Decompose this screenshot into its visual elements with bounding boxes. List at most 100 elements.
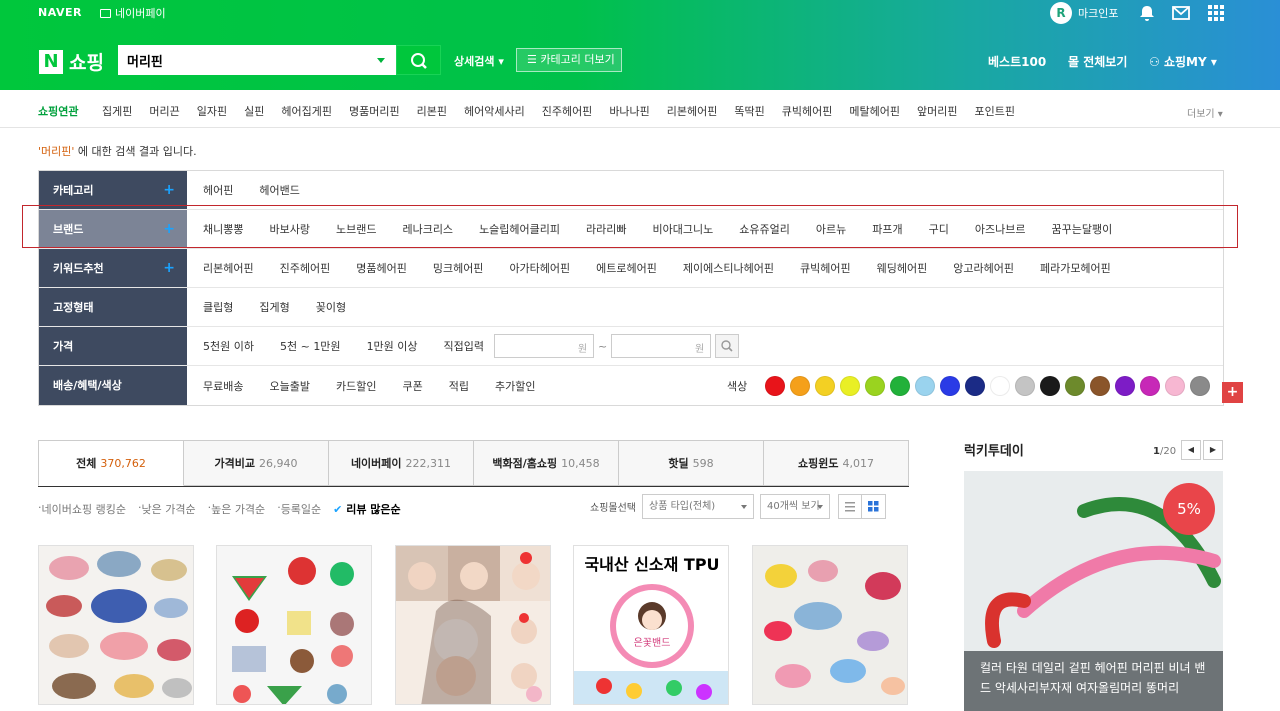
color-swatch[interactable] [1040,375,1061,396]
color-swatch[interactable] [1140,375,1161,396]
product-image-2[interactable] [216,545,372,705]
price-min-input[interactable]: 원 [494,334,595,358]
expand-plus-icon[interactable]: + [1222,382,1243,403]
filter-option[interactable]: 추가할인 [495,378,535,394]
lucky-product-image[interactable]: 5% [964,471,1223,651]
filter-option[interactable]: 리본헤어핀 [203,260,254,276]
result-tab[interactable]: 백화점/홈쇼핑 10,458 [474,440,619,486]
filter-option[interactable]: 꽂이형 [316,299,346,315]
filter-keyword-header[interactable]: 키워드추천 + [39,249,187,287]
price-option[interactable]: 5천 ~ 1만원 [280,338,341,354]
color-swatch[interactable] [940,375,961,396]
color-swatch[interactable] [915,375,936,396]
related-keyword[interactable]: 진주헤어핀 [542,103,593,119]
filter-option[interactable]: 집게형 [259,299,289,315]
filter-option[interactable]: 진주헤어핀 [280,260,331,276]
related-keyword[interactable]: 머리끈 [149,103,179,119]
price-option[interactable]: 5천원 이하 [203,338,254,354]
mail-icon[interactable] [1172,4,1190,22]
result-tab[interactable]: 네이버페이 222,311 [329,440,474,486]
shopping-logo[interactable]: N 쇼핑 [39,48,104,75]
result-tab[interactable]: 쇼핑윈도 4,017 [764,440,909,486]
naverpay-link[interactable]: 네이버페이 [100,5,166,21]
color-swatch[interactable] [815,375,836,396]
shopping-my-menu[interactable]: ⚇ 쇼핑MY ▾ [1149,53,1217,70]
filter-option[interactable]: 제이에스티나헤어핀 [683,260,774,276]
plus-icon[interactable]: + [163,249,175,288]
related-keyword[interactable]: 앞머리핀 [917,103,957,119]
filter-option[interactable]: 쿠폰 [402,378,422,394]
sort-option-active[interactable]: 리뷰 많은순 [333,501,400,517]
product-image-5[interactable] [752,545,908,705]
color-swatch[interactable] [1115,375,1136,396]
result-tab[interactable]: 전체 370,762 [38,440,184,486]
filter-option[interactable]: 명품헤어핀 [356,260,407,276]
mall-select[interactable]: 쇼핑몰선택 [590,499,636,514]
sort-option[interactable]: 등록일순 [281,501,321,517]
product-image-3[interactable] [395,545,551,705]
filter-option[interactable]: 아가타헤어핀 [509,260,570,276]
filter-option[interactable]: 큐빅헤어핀 [800,260,851,276]
grid-view-icon[interactable] [862,494,886,519]
filter-option[interactable]: 헤어핀 [203,182,233,198]
next-arrow-icon[interactable]: ▶ [1203,440,1223,460]
color-swatch[interactable] [840,375,861,396]
color-swatch[interactable] [1090,375,1111,396]
page-size-select[interactable]: 40개씩 보기 [760,494,830,519]
naver-link[interactable]: NAVER [38,6,82,19]
filter-option[interactable]: 무료배송 [203,378,243,394]
color-swatch[interactable] [1015,375,1036,396]
markinfo-link[interactable]: R 마크인포 [1050,2,1118,24]
filter-option[interactable]: 헤어밴드 [259,182,299,198]
result-tab[interactable]: 가격비교 26,940 [184,440,329,486]
apps-grid-icon[interactable] [1207,4,1225,22]
category-more-button[interactable]: ☰ 카테고리 더보기 [516,48,622,72]
filter-option[interactable]: 오늘출발 [269,378,309,394]
color-swatch[interactable] [990,375,1011,396]
bell-icon[interactable] [1138,4,1156,22]
price-search-button[interactable] [715,334,740,358]
autocomplete-toggle-icon[interactable] [377,58,385,63]
related-keyword[interactable]: 리본헤어핀 [667,103,718,119]
filter-option[interactable]: 클립형 [203,299,233,315]
sort-option[interactable]: 네이버쇼핑 랭킹순 [42,501,126,517]
related-keyword[interactable]: 포인트핀 [974,103,1014,119]
detail-search-button[interactable]: 상세검색 ▾ [454,53,504,69]
color-swatch[interactable] [765,375,786,396]
product-type-select[interactable]: 상품 타입(전체) [642,494,754,519]
color-swatch[interactable] [1165,375,1186,396]
filter-option[interactable]: 밍크헤어핀 [433,260,484,276]
filter-category-header[interactable]: 카테고리 + [39,171,187,209]
related-keyword[interactable]: 헤어악세사리 [464,103,525,119]
price-option[interactable]: 1만원 이상 [367,338,418,354]
filter-option[interactable]: 앙고라헤어핀 [953,260,1014,276]
related-keyword[interactable]: 바나나핀 [609,103,649,119]
sort-option[interactable]: 높은 가격순 [211,501,265,517]
list-view-icon[interactable] [838,494,862,519]
prev-arrow-icon[interactable]: ◀ [1181,440,1201,460]
filter-option[interactable]: 적립 [449,378,469,394]
related-keyword[interactable]: 명품머리핀 [349,103,400,119]
search-button[interactable] [396,45,441,75]
color-swatch[interactable] [790,375,811,396]
color-swatch[interactable] [965,375,986,396]
result-tab[interactable]: 핫딜 598 [619,440,764,486]
color-swatch[interactable] [890,375,911,396]
color-swatch[interactable] [1065,375,1086,396]
search-input[interactable] [119,46,359,74]
related-keyword[interactable]: 큐빅헤어핀 [782,103,833,119]
related-keyword[interactable]: 똑딱핀 [734,103,764,119]
color-swatch[interactable] [1190,375,1211,396]
filter-option[interactable]: 에트로헤어핀 [596,260,657,276]
best100-link[interactable]: 베스트100 [988,53,1046,70]
related-keyword[interactable]: 헤어집게핀 [281,103,332,119]
price-max-input[interactable]: 원 [611,334,712,358]
lucky-product-description[interactable]: 컬러 타원 데일리 겉핀 헤어핀 머리핀 비녀 밴드 악세사리부자재 여자올림머… [964,651,1223,711]
filter-option[interactable]: 페라가모헤어핀 [1040,260,1111,276]
related-keyword[interactable]: 리본핀 [417,103,447,119]
filter-option[interactable]: 카드할인 [336,378,376,394]
related-more-button[interactable]: 더보기 ▾ [1187,105,1223,120]
product-image-4[interactable]: 국내산 신소재 TPU 은꽃밴드 [573,545,729,705]
filter-option[interactable]: 웨딩헤어핀 [877,260,928,276]
mall-all-link[interactable]: 몰 전체보기 [1068,53,1127,70]
